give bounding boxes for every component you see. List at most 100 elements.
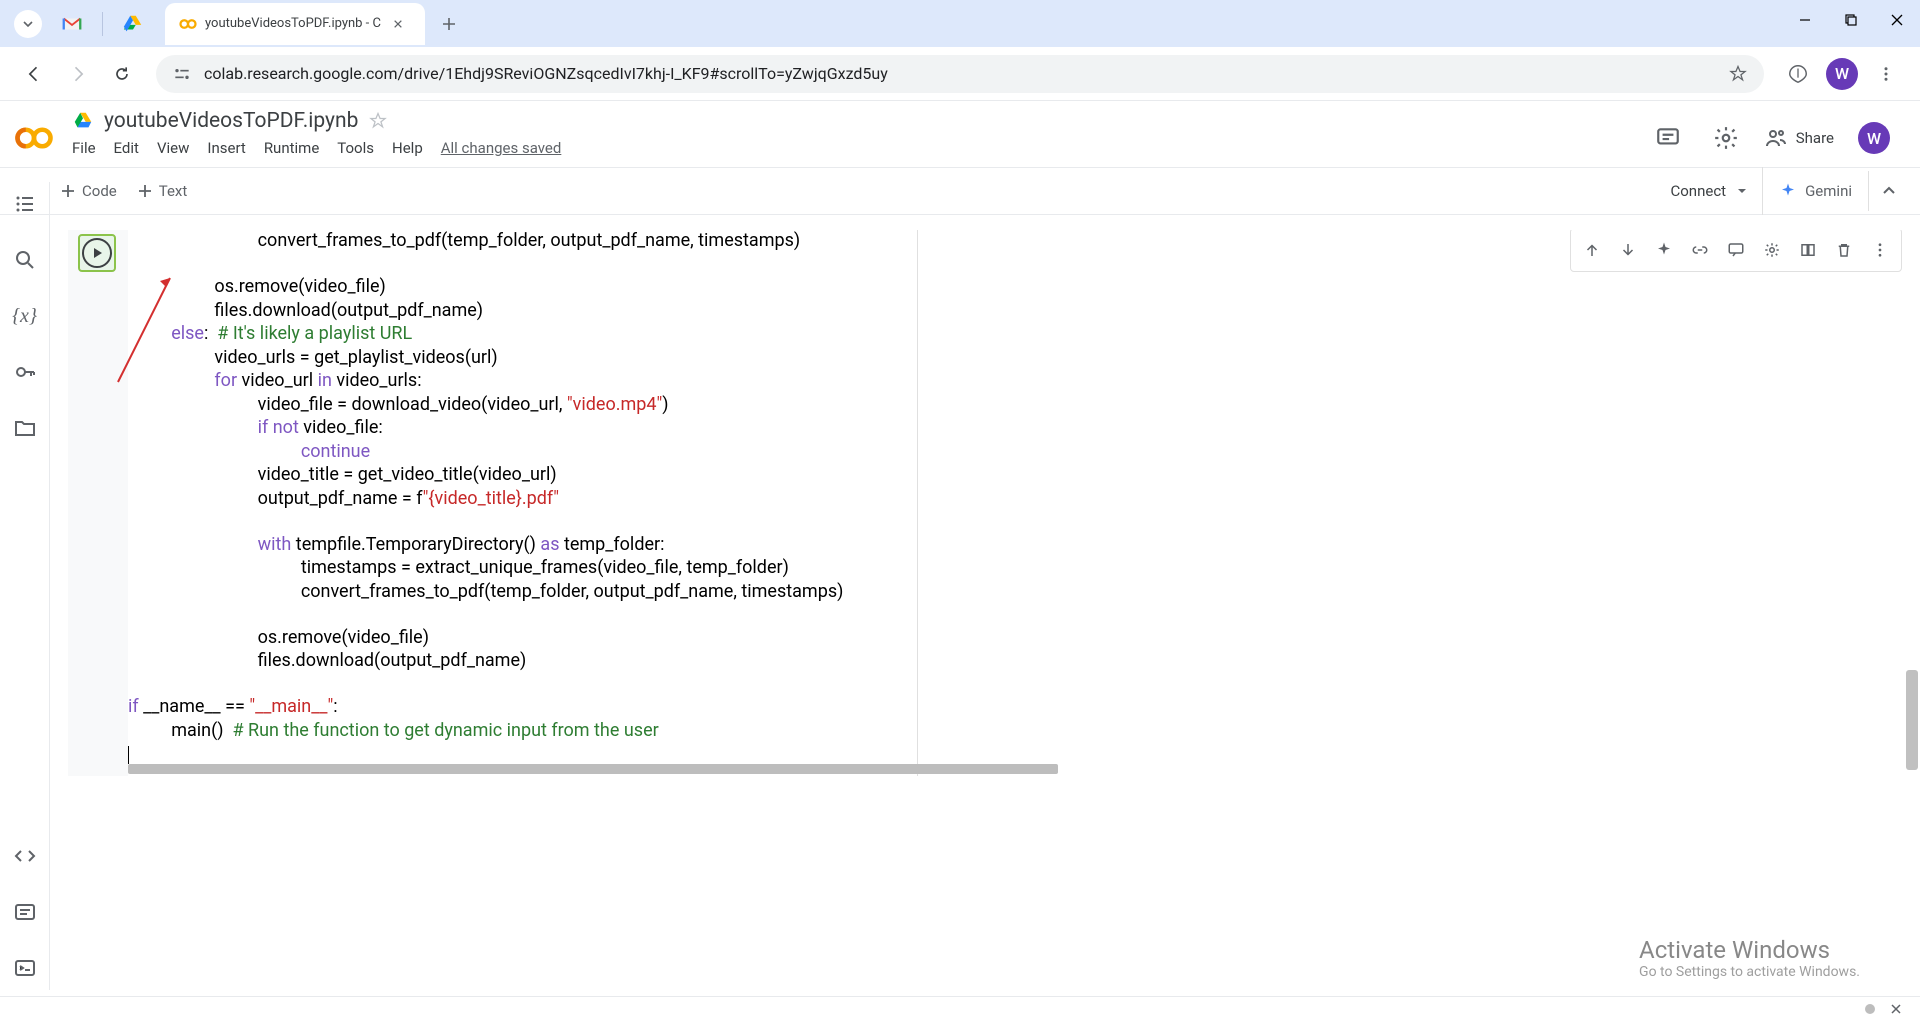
code-editor[interactable]: convert_frames_to_pdf(temp_folder, outpu… bbox=[128, 230, 918, 776]
gmail-pinned-tab[interactable] bbox=[56, 8, 88, 40]
browser-tab-strip: youtubeVideosToPDF.ipynb - C bbox=[0, 0, 1920, 47]
extension-button[interactable] bbox=[1780, 56, 1816, 92]
menu-help[interactable]: Help bbox=[392, 139, 423, 157]
variables-button[interactable]: {x} bbox=[11, 302, 39, 330]
close-window-button[interactable] bbox=[1874, 0, 1920, 40]
colab-favicon bbox=[179, 15, 197, 33]
active-tab[interactable]: youtubeVideosToPDF.ipynb - C bbox=[165, 3, 425, 45]
menu-file[interactable]: File bbox=[72, 139, 96, 157]
toc-button[interactable] bbox=[11, 190, 39, 218]
move-up-button[interactable] bbox=[1575, 233, 1609, 267]
search-button[interactable] bbox=[11, 246, 39, 274]
code-snippets-button[interactable] bbox=[11, 842, 39, 870]
gear-icon bbox=[1713, 125, 1739, 151]
connect-button[interactable]: Connect bbox=[1656, 182, 1762, 200]
key-icon bbox=[13, 360, 37, 384]
gmail-icon bbox=[61, 13, 83, 35]
drive-pinned-tab[interactable] bbox=[117, 8, 149, 40]
tab-title: youtubeVideosToPDF.ipynb - C bbox=[205, 16, 393, 31]
menu-edit[interactable]: Edit bbox=[114, 139, 139, 157]
trash-icon bbox=[1835, 241, 1853, 259]
add-code-button[interactable]: Code bbox=[60, 182, 117, 200]
chevron-down-icon bbox=[22, 18, 34, 30]
gear-icon bbox=[1763, 241, 1781, 259]
gemini-cell-button[interactable] bbox=[1647, 233, 1681, 267]
address-bar: colab.research.google.com/drive/1Ehdj9SR… bbox=[0, 47, 1920, 101]
tab-separator bbox=[102, 12, 103, 36]
close-footer-icon[interactable] bbox=[1890, 1003, 1902, 1015]
add-text-button[interactable]: Text bbox=[137, 182, 188, 200]
share-button[interactable]: Share bbox=[1764, 126, 1834, 150]
vertical-scrollbar[interactable] bbox=[1906, 670, 1918, 770]
colab-logo-icon bbox=[12, 116, 56, 160]
arrow-up-icon bbox=[1583, 241, 1601, 259]
site-settings-icon bbox=[172, 64, 192, 84]
move-down-button[interactable] bbox=[1611, 233, 1645, 267]
maximize-button[interactable] bbox=[1828, 0, 1874, 40]
terminal-icon bbox=[13, 956, 37, 980]
notebook-filename[interactable]: youtubeVideosToPDF.ipynb bbox=[104, 109, 358, 133]
colab-toolbar: Code Text Connect Gemini bbox=[0, 167, 1920, 215]
colab-profile-button[interactable]: W bbox=[1858, 122, 1890, 154]
menu-insert[interactable]: Insert bbox=[207, 139, 245, 157]
run-cell-button[interactable] bbox=[78, 234, 116, 272]
minimize-button[interactable] bbox=[1782, 0, 1828, 40]
dots-vertical-icon bbox=[1871, 241, 1889, 259]
save-status[interactable]: All changes saved bbox=[441, 139, 562, 157]
status-dot-icon bbox=[1864, 1003, 1876, 1015]
menubar: File Edit View Insert Runtime Tools Help… bbox=[72, 133, 1648, 167]
chevron-up-icon bbox=[1881, 183, 1897, 199]
link-cell-button[interactable] bbox=[1683, 233, 1717, 267]
star-outline-icon[interactable] bbox=[368, 111, 388, 131]
bookmark-star-icon[interactable] bbox=[1728, 64, 1748, 84]
plus-icon bbox=[441, 16, 457, 32]
close-icon bbox=[393, 18, 403, 30]
cell-gutter bbox=[68, 230, 128, 776]
tab-list-dropdown[interactable] bbox=[14, 10, 42, 38]
cell-menu-button[interactable] bbox=[1863, 233, 1897, 267]
chrome-menu-button[interactable] bbox=[1868, 56, 1904, 92]
terminal-button[interactable] bbox=[11, 954, 39, 982]
arrow-left-icon bbox=[24, 64, 44, 84]
notebook-area: convert_frames_to_pdf(temp_folder, outpu… bbox=[50, 230, 1920, 990]
files-button[interactable] bbox=[11, 414, 39, 442]
list-icon bbox=[13, 192, 37, 216]
drive-icon bbox=[72, 110, 94, 132]
settings-button[interactable] bbox=[1706, 118, 1746, 158]
people-icon bbox=[1764, 126, 1788, 150]
window-controls bbox=[1782, 0, 1920, 40]
reload-button[interactable] bbox=[104, 56, 140, 92]
url-text: colab.research.google.com/drive/1Ehdj9SR… bbox=[204, 64, 1728, 83]
close-tab-button[interactable] bbox=[393, 15, 411, 33]
secrets-button[interactable] bbox=[11, 358, 39, 386]
comments-button[interactable] bbox=[1648, 118, 1688, 158]
sparkle-icon bbox=[1655, 241, 1673, 259]
dots-vertical-icon bbox=[1877, 65, 1895, 83]
arrow-right-icon bbox=[68, 64, 88, 84]
colab-logo[interactable] bbox=[12, 116, 56, 160]
comment-cell-button[interactable] bbox=[1719, 233, 1753, 267]
colab-header: youtubeVideosToPDF.ipynb File Edit View … bbox=[0, 101, 1920, 167]
horizontal-scrollbar[interactable] bbox=[128, 764, 1058, 774]
mirror-cell-button[interactable] bbox=[1791, 233, 1825, 267]
folder-icon bbox=[13, 416, 37, 440]
back-button[interactable] bbox=[16, 56, 52, 92]
variable-icon: {x} bbox=[12, 305, 37, 328]
mirror-icon bbox=[1799, 241, 1817, 259]
menu-runtime[interactable]: Runtime bbox=[264, 139, 319, 157]
cell-settings-button[interactable] bbox=[1755, 233, 1789, 267]
dropdown-icon bbox=[1736, 185, 1748, 197]
colab-footer bbox=[0, 996, 1920, 1020]
plus-icon bbox=[137, 183, 153, 199]
command-palette-button[interactable] bbox=[11, 898, 39, 926]
menu-tools[interactable]: Tools bbox=[337, 139, 374, 157]
menu-view[interactable]: View bbox=[157, 139, 189, 157]
new-tab-button[interactable] bbox=[433, 8, 465, 40]
gemini-button[interactable]: Gemini bbox=[1762, 167, 1868, 215]
delete-cell-button[interactable] bbox=[1827, 233, 1861, 267]
url-input[interactable]: colab.research.google.com/drive/1Ehdj9SR… bbox=[156, 55, 1764, 93]
forward-button[interactable] bbox=[60, 56, 96, 92]
browser-profile-button[interactable]: W bbox=[1826, 58, 1858, 90]
collapse-button[interactable] bbox=[1868, 171, 1908, 211]
sparkle-icon bbox=[1779, 182, 1797, 200]
